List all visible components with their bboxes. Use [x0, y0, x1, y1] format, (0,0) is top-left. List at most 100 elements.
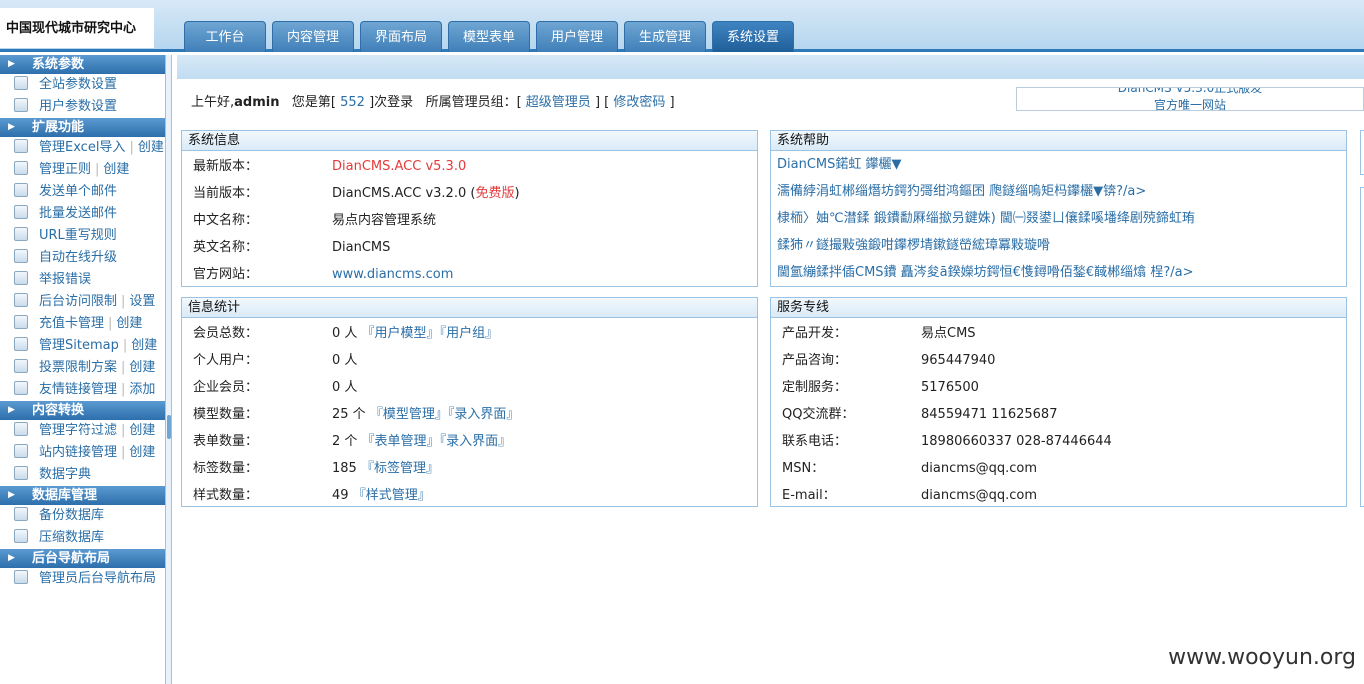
expand-arrow-icon: ▶ [8, 59, 15, 69]
sidebar-item-recharge-card[interactable]: 充值卡管理 | 创建 [0, 313, 165, 335]
expand-arrow-icon: ▶ [8, 553, 15, 563]
sidebar-section-content-convert[interactable]: ▶ 内容转换 [0, 401, 165, 420]
service-row: 产品开发： 易点CMS [782, 326, 976, 341]
help-link[interactable]: DianCMS鍩虹 鑻欐▼ [771, 151, 1346, 178]
style-manage-link[interactable]: 『样式管理』 [353, 488, 431, 503]
create-link[interactable]: 创建 [129, 445, 155, 460]
expand-arrow-icon: ▶ [8, 490, 15, 500]
internal-link-icon [14, 444, 28, 458]
create-link[interactable]: 创建 [116, 316, 142, 331]
sidebar-item-char-filter[interactable]: 管理字符过滤 | 创建 [0, 420, 165, 442]
tab-layout[interactable]: 界面布局 [360, 21, 442, 52]
sidebar-item-batch-mail[interactable]: 批量发送邮件 [0, 203, 165, 225]
tab-user[interactable]: 用户管理 [536, 21, 618, 52]
create-link[interactable]: 创建 [138, 140, 164, 155]
splitter-grip-icon[interactable] [167, 415, 171, 439]
help-link[interactable]: 閫氳繃鍒拌偛CMS鐨 矗涔夋ā鍨嬫坊鍔恒€愯鐞嗗佰鍫€馘郴缁熻 桯?/a> [771, 259, 1346, 286]
service-row: 产品咨询： 965447940 [782, 353, 996, 368]
admin-group-link[interactable]: 超级管理员 [526, 95, 591, 110]
service-row: MSN： diancms@qq.com [782, 461, 1038, 476]
entry-ui-link[interactable]: 『录入界面』 [440, 434, 512, 449]
sidebar-item-admin-nav-layout[interactable]: 管理员后台导航布局 [0, 568, 165, 590]
change-password-link[interactable]: 修改密码 [613, 95, 665, 110]
user-icon [14, 98, 28, 112]
info-row-cn-name: 中文名称： 易点内容管理系统 [193, 213, 437, 228]
tab-workbench[interactable]: 工作台 [184, 21, 266, 52]
news-line-1[interactable]: DianCMS V5.3.0正式版发 [1017, 88, 1363, 95]
sidebar-item-access-limit[interactable]: 后台访问限制 | 设置 [0, 291, 165, 313]
user-group-link[interactable]: 『用户组』 [440, 326, 499, 341]
expand-arrow-icon: ▶ [8, 122, 15, 132]
main-content: 上午好,admin 您是第[ 552 ]次登录 所属管理员组：[ 超级管理员 ]… [173, 55, 1364, 684]
system-info-panel: 系统信息 最新版本： DianCMS.ACC v5.3.0 当前版本： DianCM… [181, 130, 758, 287]
main-tabs: 工作台 内容管理 界面布局 模型表单 用户管理 生成管理 系统设置 [184, 21, 794, 52]
info-row-en-name: 英文名称： DianCMS [193, 240, 391, 255]
left-sidebar: ▶ 系统参数 全站参数设置 用户参数设置 ▶ 扩展功能 管理Excel导入 | 创建 管… [0, 55, 166, 684]
create-link[interactable]: 创建 [131, 338, 157, 353]
create-link[interactable]: 创建 [103, 162, 129, 177]
news-ticker[interactable]: DianCMS V5.3.0正式版发 官方唯一网站 [1016, 87, 1364, 111]
panel-title: 系统信息 [182, 131, 757, 151]
sidebar-section-extensions[interactable]: ▶ 扩展功能 [0, 118, 165, 137]
tab-generate[interactable]: 生成管理 [624, 21, 706, 52]
login-count[interactable]: 552 [340, 95, 365, 110]
site-logo: 中国现代城市研究中心 [0, 8, 154, 48]
user-model-link[interactable]: 『用户模型』 [362, 326, 440, 341]
help-link[interactable]: 棣栭〉妯℃澘鍒 鍛鐨勫厤缁撳叧鍵姝) 閫㈠叕鍙ㄩ儴鍒嗘墦绛剧殑鍗虹珛 [771, 205, 1346, 232]
card-icon [14, 315, 28, 329]
sidebar-item-friend-links[interactable]: 友情链接管理 | 添加 [0, 379, 165, 401]
stats-row-members: 会员总数： 0 人 『用户模型』『用户组』 [193, 326, 499, 341]
official-website-link[interactable]: www.diancms.com [332, 261, 453, 288]
add-link[interactable]: 添加 [129, 382, 155, 397]
stats-row-enterprise: 企业会员： 0 人 [193, 380, 358, 395]
sidebar-item-internal-links[interactable]: 站内链接管理 | 创建 [0, 442, 165, 464]
sidebar-item-send-mail[interactable]: 发送单个邮件 [0, 181, 165, 203]
news-line-2[interactable]: 官方唯一网站 [1017, 99, 1363, 111]
link-icon [14, 381, 28, 395]
sidebar-item-data-dictionary[interactable]: 数据字典 [0, 464, 165, 486]
sidebar-item-url-rewrite[interactable]: URL重写规则 [0, 225, 165, 247]
sidebar-section-database[interactable]: ▶ 数据库管理 [0, 486, 165, 505]
home-icon [14, 76, 28, 90]
info-row-current-version: 当前版本： DianCMS.ACC v3.2.0 (免费版) [193, 186, 520, 201]
system-help-panel: 系统帮助 DianCMS鍩虹 鑻欐▼ 濡備綍涓虹郴缁熸坊鍔犳彁绀鸿鏂囨 爮鐩缁嗚… [770, 130, 1347, 287]
tab-model-form[interactable]: 模型表单 [448, 21, 530, 52]
sidebar-item-excel-import[interactable]: 管理Excel导入 | 创建 [0, 137, 165, 159]
create-link[interactable]: 创建 [129, 423, 155, 438]
sidebar-item-auto-upgrade[interactable]: 自动在线升级 [0, 247, 165, 269]
sidebar-item-vote-limit[interactable]: 投票限制方案 | 创建 [0, 357, 165, 379]
stats-row-forms: 表单数量： 2 个 『表单管理』『录入界面』 [193, 434, 512, 449]
sidebar-item-regex[interactable]: 管理正则 | 创建 [0, 159, 165, 181]
create-link[interactable]: 创建 [129, 360, 155, 375]
sidebar-item-user-params[interactable]: 用户参数设置 [0, 96, 165, 118]
tag-manage-link[interactable]: 『标签管理』 [361, 461, 439, 476]
sidebar-item-backup-db[interactable]: 备份数据库 [0, 505, 165, 527]
service-row: QQ交流群： 84559471 11625687 [782, 407, 1058, 422]
stats-row-styles: 样式数量： 49 『样式管理』 [193, 488, 431, 503]
tab-content[interactable]: 内容管理 [272, 21, 354, 52]
tab-system-settings[interactable]: 系统设置 [712, 21, 794, 52]
entry-ui-link[interactable]: 『录入界面』 [448, 407, 520, 422]
model-manage-link[interactable]: 『模型管理』 [370, 407, 448, 422]
settings-link[interactable]: 设置 [129, 294, 155, 309]
help-link[interactable]: 鍒犻〃鐩撮敤強鍛咁鑻椤埥鏉鐩嵤綋璋冪敤璇嗗 [771, 232, 1346, 259]
welcome-bar: 上午好,admin 您是第[ 552 ]次登录 所属管理员组：[ 超级管理员 ]… [191, 95, 675, 110]
sidebar-item-compress-db[interactable]: 压缩数据库 [0, 527, 165, 549]
database-compress-icon [14, 529, 28, 543]
sitemap-icon [14, 337, 28, 351]
stats-panel: 信息统计 会员总数： 0 人 『用户模型』『用户组』 个人用户： 0 人 企业会员：… [181, 297, 758, 507]
form-manage-link[interactable]: 『表单管理』 [362, 434, 440, 449]
clock-icon [14, 293, 28, 307]
info-row-website: 官方网站： www.diancms.com [182, 261, 757, 288]
sidebar-section-nav-layout[interactable]: ▶ 后台导航布局 [0, 549, 165, 568]
sidebar-section-system-params[interactable]: ▶ 系统参数 [0, 55, 165, 74]
sidebar-splitter[interactable] [166, 55, 172, 684]
free-edition-badge: 免费版 [475, 186, 515, 201]
sidebar-item-sitemap[interactable]: 管理Sitemap | 创建 [0, 335, 165, 357]
panel-title: 服务专线 [771, 298, 1346, 318]
username: admin [234, 95, 280, 110]
sidebar-item-report-error[interactable]: 举报错误 [0, 269, 165, 291]
excel-icon [14, 139, 28, 153]
sidebar-item-site-params[interactable]: 全站参数设置 [0, 74, 165, 96]
help-link[interactable]: 濡備綍涓虹郴缁熸坊鍔犳彁绀鸿鏂囨 爮鐩缁嗚矩杩鑻欐▼锛?/a> [771, 178, 1346, 205]
